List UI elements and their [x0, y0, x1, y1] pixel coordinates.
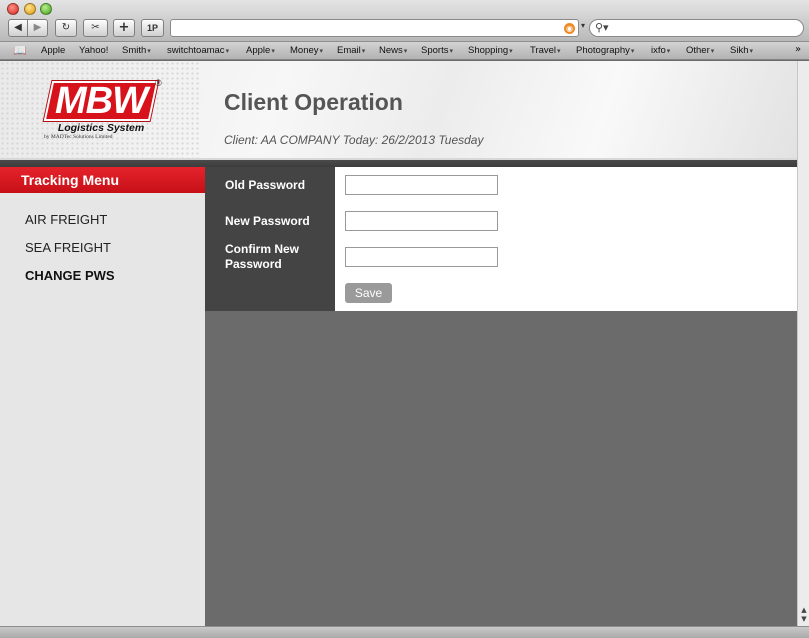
bookmark-item[interactable]: Apple [41, 45, 65, 56]
main-content: Old Password New Password Confirm New Pa… [205, 167, 797, 626]
status-bar [0, 626, 809, 638]
back-button[interactable]: ◀ [8, 19, 28, 37]
chevron-down-icon[interactable]: ▾ [581, 21, 585, 30]
logo-subtitle: Logistics System [57, 122, 145, 134]
save-button[interactable]: Save [345, 283, 392, 303]
bookmark-item[interactable]: ixfo▾ [651, 45, 670, 56]
registered-mark: ® [155, 78, 162, 88]
bookmark-item[interactable]: Apple▾ [246, 45, 275, 56]
rss-icon[interactable]: ◉ [564, 23, 575, 34]
bookmark-item[interactable]: Yahoo! [79, 45, 108, 56]
clip-button[interactable]: ✂ [83, 19, 108, 37]
form-row-actions: Save [205, 275, 797, 311]
form-row-confirm-password: Confirm New Password [205, 239, 797, 275]
web-page: MBW ® Logistics System by MADTec Solutio… [0, 61, 797, 626]
bookmark-item[interactable]: switchtoamac▾ [167, 45, 229, 56]
sidebar-item-air-freight[interactable]: AIR FREIGHT [25, 212, 107, 227]
bookmarks-overflow-button[interactable]: » [795, 44, 801, 55]
scissors-icon: ✂ [91, 22, 100, 33]
search-input[interactable]: ⚲▾ [589, 19, 804, 37]
back-arrow-icon: ◀ [14, 22, 22, 33]
confirm-password-label: Confirm New Password [205, 239, 335, 275]
old-password-input[interactable] [345, 175, 498, 195]
form-row-old-password: Old Password [205, 167, 797, 203]
form-row-new-password: New Password [205, 203, 797, 239]
bookmark-item[interactable]: Photography▾ [576, 45, 634, 56]
forward-button[interactable]: ▶ [27, 19, 48, 37]
bookmark-item[interactable]: Travel▾ [530, 45, 561, 56]
minimize-window-button[interactable] [24, 3, 36, 15]
bookmark-item[interactable]: Sikh▾ [730, 45, 753, 56]
bookmark-item[interactable]: Sports▾ [421, 45, 453, 56]
sidebar-item-sea-freight[interactable]: SEA FREIGHT [25, 240, 111, 255]
bookmark-item[interactable]: Smith▾ [122, 45, 151, 56]
page-header: MBW ® Logistics System by MADTec Solutio… [0, 61, 797, 158]
change-password-form: Old Password New Password Confirm New Pa… [205, 167, 797, 311]
sidebar: Tracking Menu AIR FREIGHT SEA FREIGHT CH… [0, 167, 205, 626]
address-bar[interactable]: ◉ [170, 19, 579, 37]
forward-arrow-icon: ▶ [33, 22, 42, 33]
scroll-arrows-icon[interactable]: ▲ ▼ [799, 606, 809, 624]
logo-text: MBW [55, 80, 148, 122]
bookmark-item[interactable]: Email▾ [337, 45, 365, 56]
add-bookmark-button[interactable]: + [113, 19, 135, 37]
onepassword-label: 1P [146, 23, 158, 33]
bookmark-item[interactable]: Other▾ [686, 45, 714, 56]
confirm-password-input[interactable] [345, 247, 498, 267]
bookmark-item[interactable]: News▾ [379, 45, 407, 56]
new-password-label: New Password [205, 203, 335, 239]
new-password-input[interactable] [345, 211, 498, 231]
plus-icon: + [118, 20, 130, 35]
sidebar-item-change-pws[interactable]: CHANGE PWS [25, 268, 115, 283]
close-window-button[interactable] [7, 3, 19, 15]
sidebar-title: Tracking Menu [0, 167, 205, 193]
old-password-label: Old Password [205, 167, 335, 203]
bookmark-item[interactable]: Shopping▾ [468, 45, 513, 56]
onepassword-button[interactable]: 1P [141, 19, 164, 37]
reload-button[interactable]: ↻ [55, 19, 77, 37]
zoom-window-button[interactable] [40, 3, 52, 15]
bookmarks-bar: 📖 Apple Yahoo! Smith▾ switchtoamac▾ Appl… [0, 42, 809, 60]
header-divider [0, 158, 797, 167]
browser-toolbar: ◀ ▶ ↻ ✂ + 1P ◉ ▾ ⚲▾ [0, 0, 809, 42]
client-info: Client: AA COMPANY Today: 26/2/2013 Tues… [224, 133, 484, 147]
bookmark-item[interactable]: Money▾ [290, 45, 323, 56]
search-icon[interactable]: ⚲▾ [595, 21, 609, 34]
page-title: Client Operation [224, 89, 403, 115]
logo-tagline: by MADTec Solutions Limited [44, 134, 113, 140]
reload-icon: ↻ [61, 22, 71, 33]
mbw-logo[interactable]: MBW ® Logistics System by MADTec Solutio… [43, 78, 162, 141]
vertical-scrollbar[interactable]: ▲ ▼ [797, 61, 809, 626]
bookmarks-book-icon[interactable]: 📖 [13, 44, 27, 57]
